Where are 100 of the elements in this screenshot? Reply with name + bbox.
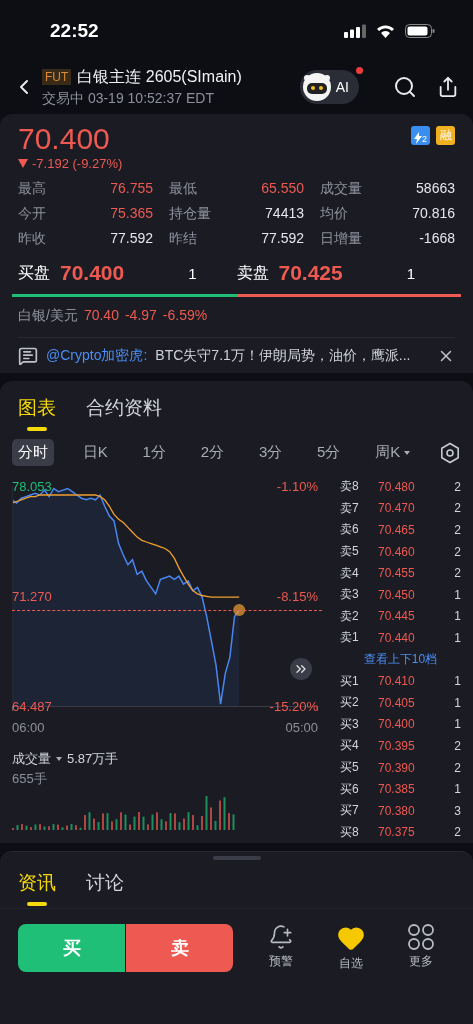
level-label: 卖7: [340, 499, 360, 517]
expand-icon[interactable]: [290, 658, 312, 680]
period-tab[interactable]: 分时: [12, 439, 54, 466]
caret-icon[interactable]: [56, 757, 62, 761]
news-text[interactable]: BTC失守7.1万！伊朗局势，油价，鹰派...: [155, 346, 429, 365]
stat-value: 65.550: [261, 179, 304, 198]
more-button[interactable]: 更多: [401, 923, 440, 974]
bid-price: 70.400: [60, 261, 126, 285]
volume-bar: [142, 816, 145, 830]
trading-status: 交易中 03-19 10:52:37 EDT: [42, 89, 215, 108]
axis-label: 71.270: [12, 589, 52, 604]
stat-value: -1668: [419, 229, 455, 248]
level-price: 70.460: [377, 544, 416, 559]
message-icon: [18, 345, 38, 366]
section-tab[interactable]: 图表: [18, 395, 56, 429]
stat-value: 70.816: [412, 204, 455, 223]
level-price: 70.410: [377, 674, 416, 689]
level-quantity: 2: [454, 760, 461, 775]
time-label: 06:00: [12, 720, 45, 735]
level-price: 70.405: [377, 695, 416, 710]
volume-bar: [79, 827, 82, 830]
level-price: 70.380: [377, 803, 416, 818]
level-price: 70.385: [377, 782, 416, 797]
volume-bar: [187, 812, 190, 830]
level-price: 70.465: [377, 523, 416, 537]
search-button[interactable]: [393, 75, 417, 99]
volume-total: 5.87万手: [67, 750, 119, 768]
ask-price: 70.425: [278, 261, 344, 285]
level-label: 买1: [340, 672, 360, 690]
level-quantity: 2: [454, 566, 461, 581]
volume-bar: [106, 813, 109, 830]
axis-label: 64.487: [12, 699, 52, 714]
period-tab[interactable]: 日K: [76, 439, 114, 466]
level-price: 70.400: [377, 717, 416, 732]
wifi-icon: [376, 24, 395, 38]
last-price: 70.400: [18, 122, 110, 156]
stat-label: 最低: [169, 179, 197, 198]
level-label: 买2: [340, 694, 360, 712]
percent-label: -8.15%: [276, 589, 318, 604]
axis-label: 78.053: [12, 479, 52, 494]
percent-label: -1.10%: [276, 479, 318, 494]
stat-label: 成交量: [320, 179, 362, 198]
related-name: 白银/美元: [18, 307, 78, 325]
drag-handle[interactable]: [212, 856, 261, 861]
volume-bar: [232, 814, 235, 830]
stat-value: 75.365: [110, 204, 153, 223]
watchlist-button[interactable]: 自选: [331, 923, 371, 974]
alert-button[interactable]: 预警: [262, 923, 301, 974]
period-tab[interactable]: 5分: [311, 439, 347, 466]
level-price: 70.455: [377, 566, 416, 581]
period-tab[interactable]: 2分: [194, 439, 231, 466]
level-quantity: 3: [454, 803, 461, 818]
level-label: 买6: [340, 780, 360, 798]
volume-max: 655手: [12, 770, 48, 788]
level-price: 70.480: [377, 479, 416, 494]
level-quantity: 2: [454, 501, 461, 516]
level-label: 卖2: [340, 607, 360, 625]
level-quantity: 2: [454, 738, 461, 753]
level-quantity: 1: [454, 782, 461, 797]
level-label: 卖5: [340, 543, 360, 561]
period-tab[interactable]: 3分: [252, 439, 289, 466]
volume-bar: [133, 816, 136, 830]
level-label: 买3: [340, 715, 360, 733]
stat-label: 最高: [18, 179, 46, 198]
volume-bar: [160, 819, 163, 830]
level-quantity: 2: [454, 523, 461, 537]
robot-icon: [301, 72, 332, 102]
level-price: 70.445: [377, 609, 416, 624]
level-quantity: 1: [454, 609, 461, 624]
period-tab[interactable]: 1分: [136, 439, 172, 466]
period-tab[interactable]: 周K: [369, 439, 417, 466]
depth-link[interactable]: 查看上下10档: [340, 648, 461, 671]
stat-label: 今开: [18, 204, 46, 223]
author-link[interactable]: @Crypto加密虎:: [46, 346, 148, 365]
level-quantity: 2: [454, 544, 461, 559]
level-price: 70.375: [377, 825, 416, 840]
level-quantity: 1: [454, 695, 461, 710]
level-label: 卖8: [340, 478, 360, 496]
level-price: 70.470: [377, 501, 416, 516]
current-point: [233, 604, 246, 617]
info-tab[interactable]: 资讯: [18, 870, 56, 905]
settings-icon[interactable]: [439, 441, 461, 464]
margin-badge: 融: [436, 126, 455, 145]
battery-icon: [405, 24, 435, 38]
related-percent: -6.59%: [162, 307, 208, 325]
share-button[interactable]: [437, 76, 459, 98]
stat-label: 昨收: [18, 229, 46, 248]
bid-label: 买盘: [18, 262, 50, 283]
type-badge: FUT: [42, 69, 72, 85]
section-tab[interactable]: 合约资料: [86, 395, 162, 429]
stat-value: 77.592: [110, 229, 153, 248]
time-label: 05:00: [285, 720, 318, 735]
level-label: 卖1: [340, 629, 360, 647]
info-tab[interactable]: 讨论: [86, 870, 124, 905]
volume-bar: [214, 820, 217, 830]
level-label: 买8: [340, 823, 360, 841]
volume-bar: [25, 825, 28, 830]
volume-bar: [124, 814, 127, 830]
level-quantity: 2: [454, 479, 461, 494]
level-price: 70.390: [377, 760, 416, 775]
